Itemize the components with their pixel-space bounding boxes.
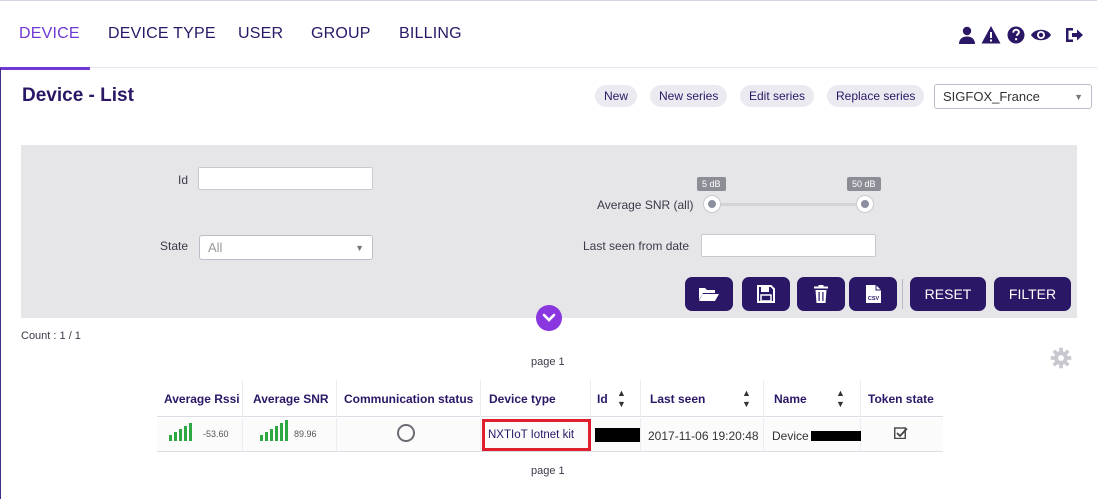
logout-icon[interactable]: [1064, 25, 1084, 47]
cell-last-seen: 2017-11-06 19:20:48: [641, 418, 764, 452]
snr-min-tag: 5 dB: [697, 177, 726, 191]
replace-series-button[interactable]: Replace series: [827, 85, 925, 107]
page-title: Device - List: [22, 85, 134, 106]
eye-icon[interactable]: [1030, 25, 1052, 47]
checkbox-checked-icon[interactable]: [894, 427, 908, 439]
column-header-token-state[interactable]: Token state: [861, 380, 943, 417]
trash-icon: [814, 285, 828, 303]
edit-series-button[interactable]: Edit series: [740, 85, 815, 107]
column-header-communication-status[interactable]: Communication status: [337, 380, 481, 417]
top-navigation: DEVICE DEVICE TYPE USER GROUP BILLING: [0, 0, 1097, 70]
sort-arrows-icon[interactable]: ▲ ▼: [617, 388, 626, 410]
device-name-value: Device: [772, 429, 809, 443]
new-series-button[interactable]: New series: [650, 85, 728, 107]
column-header-average-snr[interactable]: Average SNR: [243, 380, 337, 417]
cell-average-rssi: -53.60: [157, 418, 243, 452]
sort-arrows-icon[interactable]: ▲ ▼: [742, 388, 751, 410]
column-header-name[interactable]: Name ▲ ▼: [764, 380, 861, 417]
reset-button[interactable]: RESET: [910, 277, 986, 311]
load-filter-button[interactable]: [685, 277, 733, 311]
save-icon: [757, 285, 775, 303]
result-count: Count : 1 / 1: [21, 330, 81, 342]
column-header-last-seen[interactable]: Last seen ▲ ▼: [641, 380, 764, 417]
chevron-down-icon: [542, 313, 556, 322]
snr-slider-max-handle[interactable]: [856, 195, 874, 213]
signal-strength-icon: [169, 423, 201, 441]
filter-button[interactable]: FILTER: [994, 277, 1071, 311]
nav-tab-device[interactable]: DEVICE: [19, 25, 80, 43]
warning-icon[interactable]: [981, 25, 1001, 47]
id-filter-label: Id: [178, 173, 189, 187]
left-border: [0, 68, 1, 499]
column-header-device-type[interactable]: Device type: [481, 380, 591, 417]
chevron-down-icon: ▼: [1074, 92, 1083, 102]
svg-text:CSV: CSV: [868, 296, 880, 302]
active-tab-indicator: [0, 67, 90, 70]
last-seen-filter-label: Last seen from date: [583, 239, 690, 253]
nav-tab-group[interactable]: GROUP: [311, 25, 371, 43]
nav-tab-billing[interactable]: BILLING: [399, 25, 462, 43]
signal-strength-icon: [260, 420, 292, 441]
folder-open-icon: [699, 288, 719, 301]
button-separator: [902, 279, 903, 309]
id-filter-input[interactable]: [198, 167, 373, 190]
last-seen-date-input[interactable]: [701, 234, 876, 257]
highlight-annotation: [482, 419, 591, 451]
save-filter-button[interactable]: [742, 277, 790, 311]
redacted-id: [595, 428, 640, 442]
collapse-filters-button[interactable]: [536, 305, 562, 331]
delete-filter-button[interactable]: [797, 277, 845, 311]
status-circle-icon: [397, 424, 415, 442]
gear-icon[interactable]: [1050, 347, 1072, 369]
column-header-id[interactable]: Id ▲ ▼: [591, 380, 641, 417]
rssi-value: -53.60: [203, 429, 229, 439]
chevron-down-icon: ▼: [355, 243, 364, 253]
user-icon[interactable]: [957, 25, 977, 47]
snr-value: 89.96: [294, 429, 317, 439]
group-select-value: SIGFOX_France: [943, 89, 1040, 104]
state-filter-select[interactable]: All ▼: [199, 235, 373, 260]
pagination-bottom[interactable]: page 1: [531, 465, 565, 477]
help-icon[interactable]: [1006, 25, 1026, 47]
state-filter-label: State: [160, 239, 189, 253]
snr-filter-label: Average SNR (all): [597, 198, 694, 212]
new-button[interactable]: New: [595, 85, 638, 107]
cell-communication-status: [337, 418, 481, 452]
snr-slider-track[interactable]: [712, 203, 865, 206]
pagination-top[interactable]: page 1: [531, 356, 565, 368]
last-seen-value: 2017-11-06 19:20:48: [648, 429, 759, 443]
column-header-average-rssi[interactable]: Average Rssi: [157, 380, 243, 417]
snr-max-tag: 50 dB: [847, 177, 881, 191]
sort-arrows-icon[interactable]: ▲ ▼: [836, 388, 845, 410]
export-csv-button[interactable]: CSV: [849, 277, 897, 311]
csv-icon: CSV: [866, 285, 881, 303]
cell-average-snr: 89.96: [243, 418, 337, 452]
group-select[interactable]: SIGFOX_France ▼: [934, 84, 1092, 109]
nav-tab-user[interactable]: USER: [238, 25, 283, 43]
state-filter-value: All: [208, 240, 223, 255]
redacted-name: [811, 431, 861, 441]
snr-slider-min-handle[interactable]: [703, 195, 721, 213]
nav-tab-device-type[interactable]: DEVICE TYPE: [108, 25, 216, 43]
